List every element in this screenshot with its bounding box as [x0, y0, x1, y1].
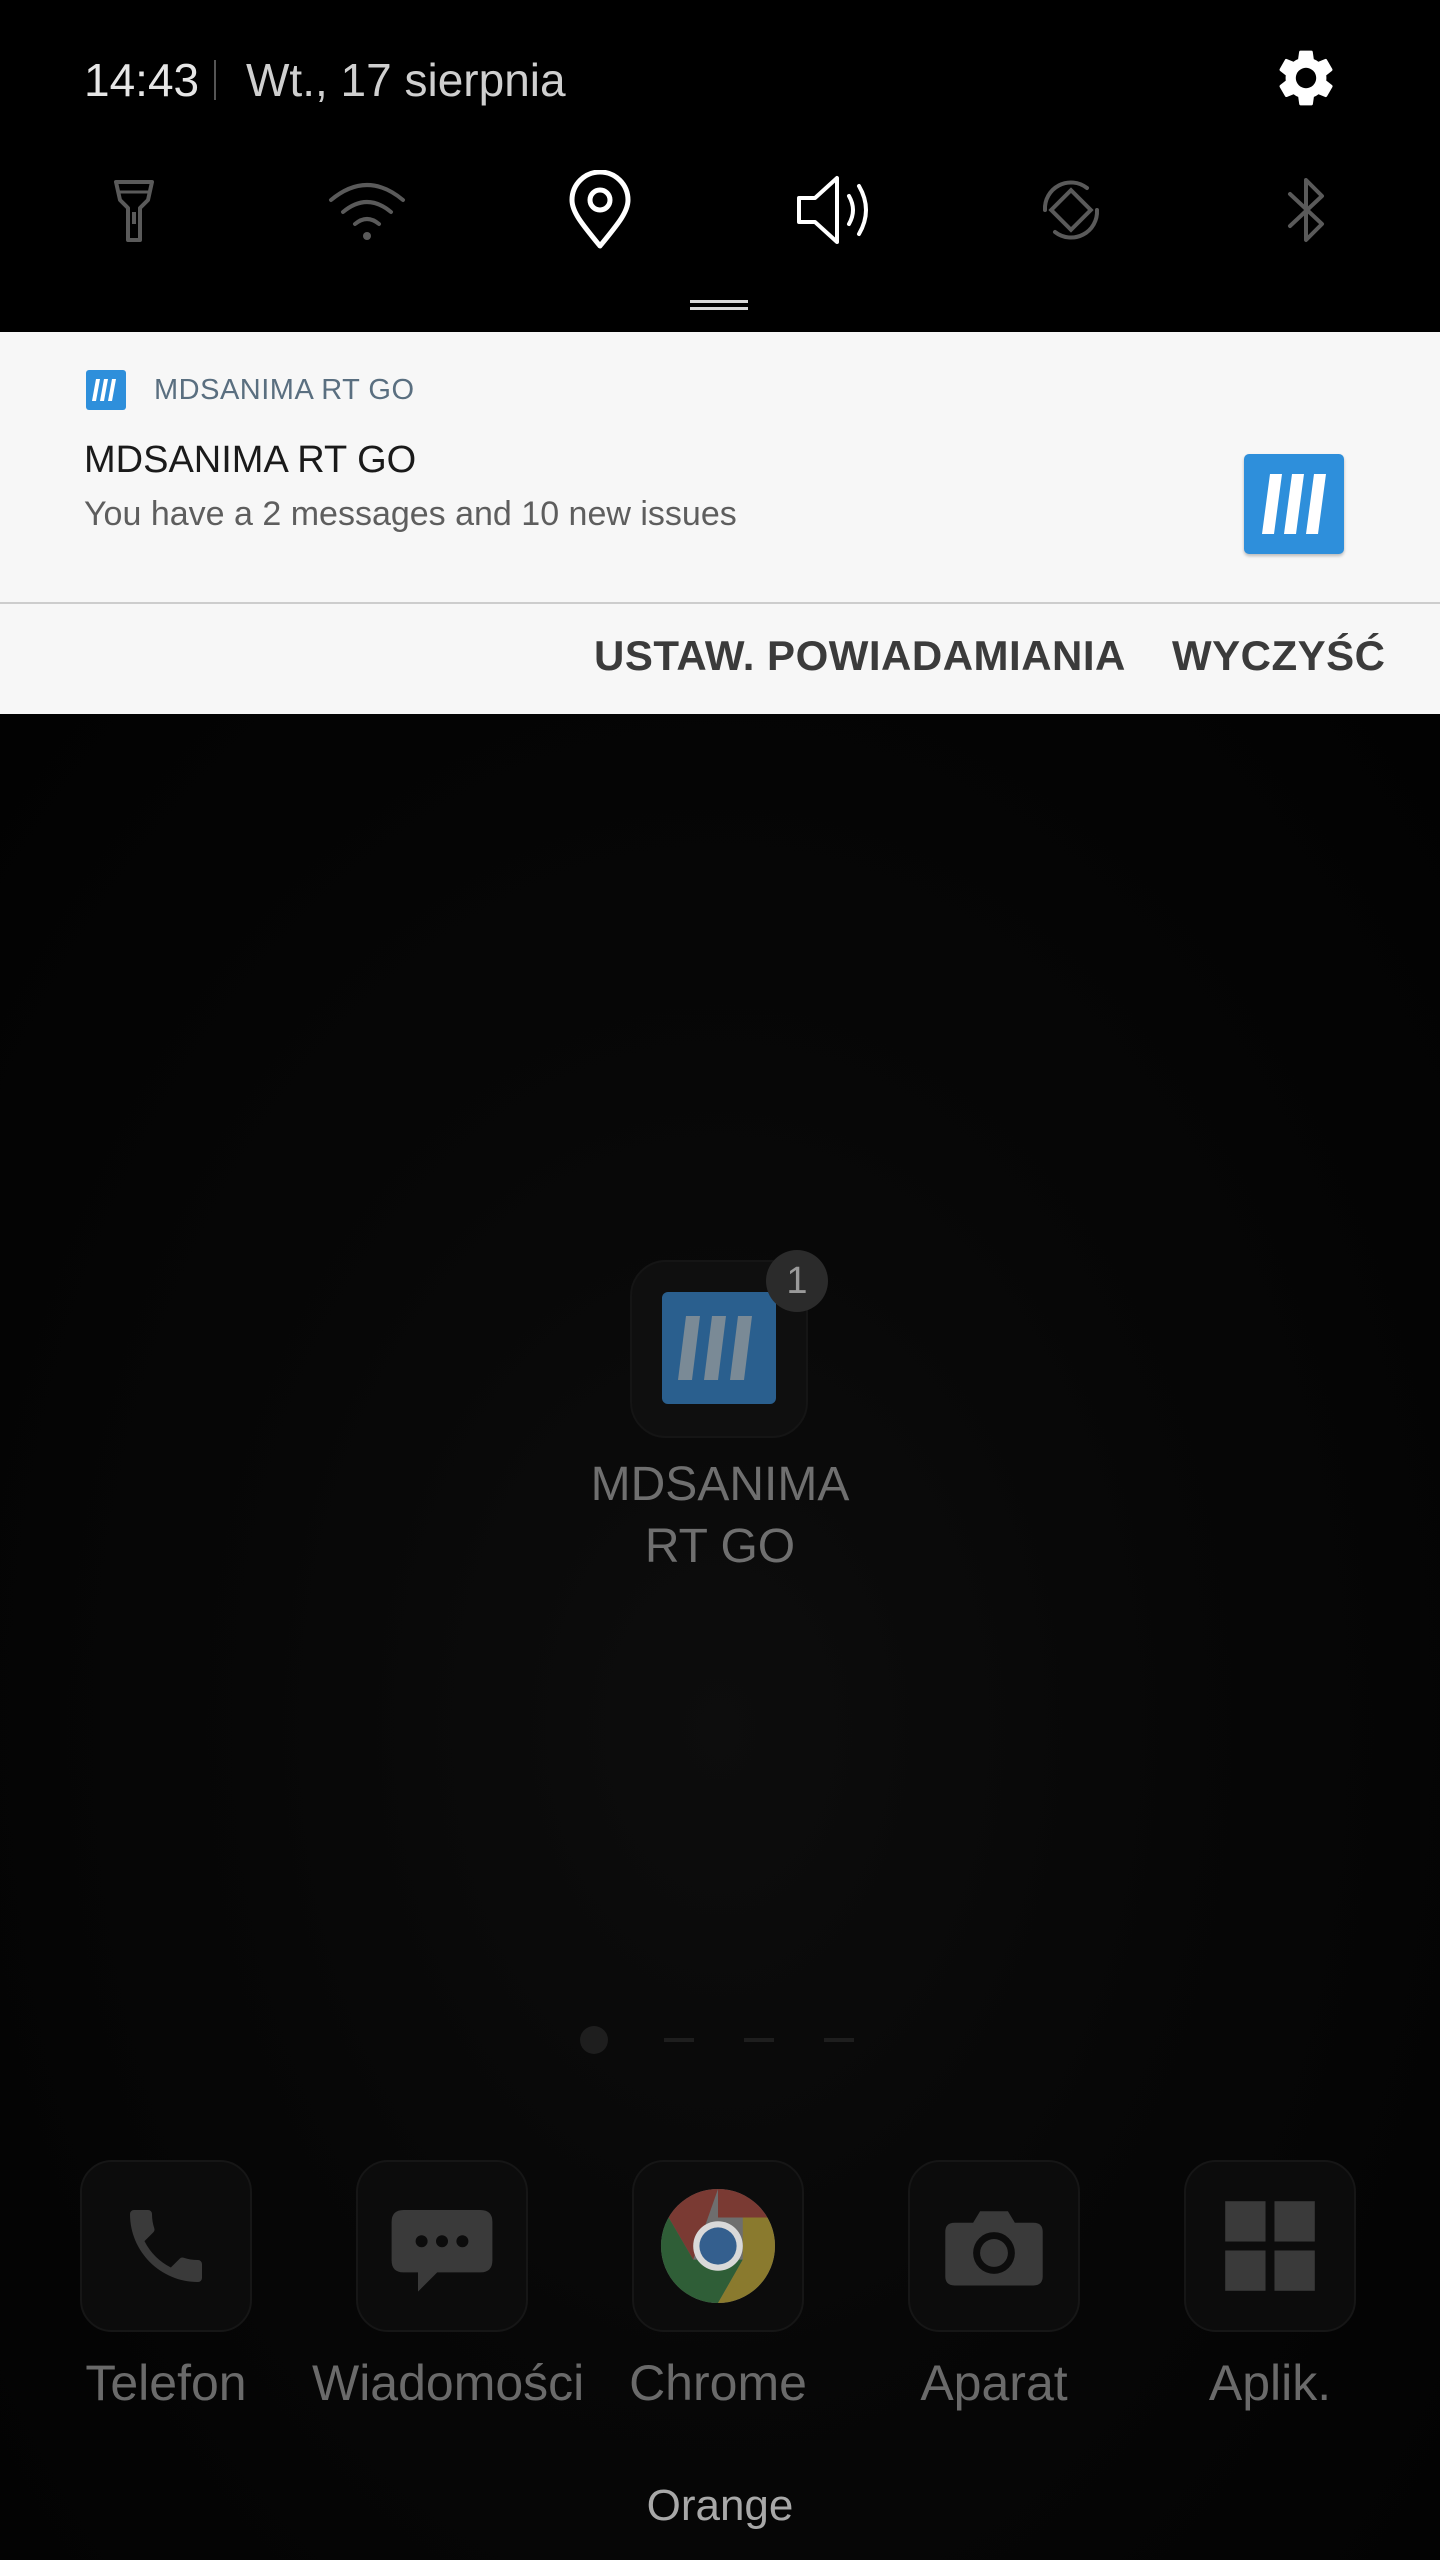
- notification-title: MDSANIMA RT GO: [84, 439, 417, 481]
- app-shortcut-label: MDSANIMA RT GO: [560, 1454, 880, 1578]
- settings-gear-icon[interactable]: [1272, 44, 1340, 112]
- dock-label-camera: Aparat: [920, 2355, 1068, 2411]
- app-logo-small-icon: [86, 370, 126, 410]
- page-indicator-dash: [824, 2038, 854, 2042]
- quick-panel-header: [0, 0, 1440, 332]
- dock-label-apps: Aplik.: [1208, 2355, 1332, 2411]
- clear-notifications-button[interactable]: WYCZYŚĆ: [1172, 624, 1386, 688]
- mdsanima-app-icon: [662, 1292, 776, 1404]
- dock-camera[interactable]: [908, 2160, 1080, 2332]
- dock-chrome[interactable]: [632, 2160, 804, 2332]
- wifi-icon[interactable]: [327, 170, 407, 250]
- location-icon[interactable]: [560, 170, 640, 250]
- carrier-name: Orange: [646, 2481, 794, 2530]
- phone-icon: [130, 2210, 202, 2282]
- dock-apps[interactable]: [1184, 2160, 1356, 2332]
- app-logo-large-icon: [1244, 454, 1344, 554]
- notification-app-name: MDSANIMA RT GO: [154, 374, 415, 406]
- dock-label-chrome: Chrome: [629, 2355, 807, 2411]
- flashlight-icon[interactable]: [94, 170, 174, 250]
- page-indicator-dash: [664, 2038, 694, 2042]
- dock-label-phone: Telefon: [85, 2355, 247, 2411]
- notification-text: You have a 2 messages and 10 new issues: [84, 495, 737, 533]
- auto-rotate-icon[interactable]: [1031, 170, 1111, 250]
- camera-icon: [945, 2211, 1043, 2286]
- status-date[interactable]: Wt., 17 sierpnia: [246, 48, 566, 112]
- apps-grid-icon: [1225, 2201, 1315, 2291]
- panel-drag-handle[interactable]: [690, 300, 748, 310]
- notification-settings-button[interactable]: USTAW. POWIADAMIANIA: [594, 624, 1126, 688]
- page-indicator-home-dot: [580, 2026, 608, 2054]
- quick-settings-row: [0, 170, 1440, 250]
- status-time: 14:43: [84, 54, 200, 106]
- app-label-line2: RT GO: [644, 1520, 796, 1573]
- dock-label-messages: Wiadomości: [312, 2355, 585, 2411]
- time-date-divider: [214, 60, 216, 100]
- chrome-icon: [660, 2188, 776, 2304]
- dock-messages[interactable]: [356, 2160, 528, 2332]
- dock-phone[interactable]: [80, 2160, 252, 2332]
- page-indicator-dash: [744, 2038, 774, 2042]
- notification-badge: 1: [766, 1250, 828, 1312]
- app-label-line1: MDSANIMA: [590, 1458, 850, 1511]
- page-indicator[interactable]: [580, 2024, 860, 2054]
- bluetooth-icon[interactable]: [1266, 170, 1346, 250]
- messages-icon: [391, 2210, 493, 2292]
- sound-icon[interactable]: [795, 170, 875, 250]
